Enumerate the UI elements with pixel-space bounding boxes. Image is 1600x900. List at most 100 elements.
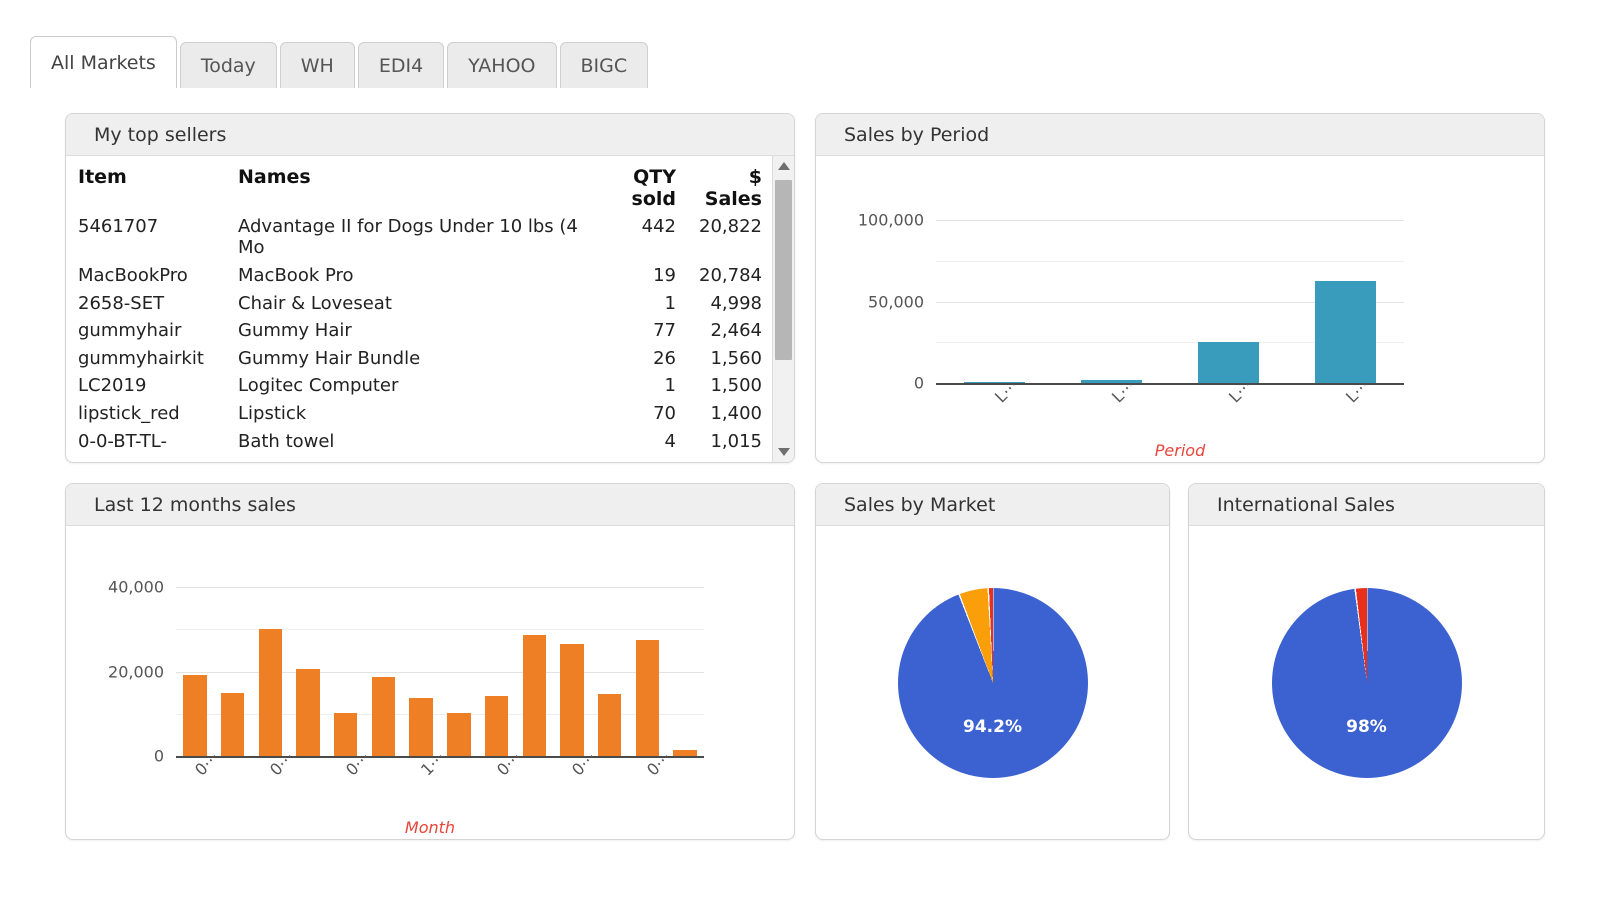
gridline-minor	[936, 261, 1404, 263]
chart-sales-by-market[interactable]: 94.2%	[816, 526, 1169, 839]
cell-sales: 1,500	[710, 375, 762, 397]
gridline-minor	[176, 713, 704, 715]
table-row[interactable]: 0-0-BT-TL- Bath towel 4 1,015	[74, 428, 766, 456]
cell-qty: 70	[653, 402, 676, 424]
scrollbar-thumb[interactable]	[775, 180, 792, 360]
panel-title-text: My top sellers	[94, 123, 227, 146]
international-sales-body: 98%	[1189, 526, 1544, 839]
cell-sales: 1,560	[710, 347, 762, 369]
panel-my-top-sellers: My top sellers Item Names QTY sold $ Sal…	[65, 113, 795, 463]
panel-sales-by-period: Sales by Period 0 50,000 100,000 L⋯ L⋯ L⋯ L⋯ Pe…	[815, 113, 1545, 463]
bar[interactable]	[635, 639, 660, 756]
column-header-qty-sold[interactable]: QTY sold	[608, 156, 680, 213]
panel-title-text: Sales by Period	[844, 123, 990, 146]
table-row[interactable]: 5461707 Advantage II for Dogs Under 10 lb…	[74, 213, 766, 262]
cell-qty: 77	[653, 320, 676, 342]
pie-graphic: 98%	[1271, 588, 1462, 778]
table-row[interactable]: 2658-SET Chair & Loveseat 1 4,998	[74, 290, 766, 318]
tab-all-markets[interactable]: All Markets	[30, 36, 177, 88]
cell-qty: 1	[664, 292, 676, 314]
cell-item: 5461707	[78, 215, 159, 237]
bar[interactable]	[409, 698, 433, 756]
bar[interactable]	[522, 635, 546, 756]
cell-name: Chair & Loveseat	[238, 292, 392, 314]
bar[interactable]	[1198, 342, 1259, 383]
cell-qty: 19	[653, 265, 676, 286]
cell-name: Logitec Computer	[238, 375, 399, 397]
cell-name: Advantage II for Dogs Under 10 lbs (4 Mo	[238, 215, 578, 259]
bar[interactable]	[258, 628, 282, 756]
bar[interactable]	[220, 692, 245, 756]
cell-sales: 1,400	[710, 402, 762, 424]
panel-sales-by-market: Sales by Market 94.2%	[815, 483, 1170, 840]
table-row[interactable]: MacBookPro MacBook Pro 19 20,784	[74, 262, 766, 290]
table-header-row: Item Names QTY sold $ Sales	[74, 156, 766, 213]
panel-last-12-months-sales: Last 12 months sales 0 20,000 40,000 0⋯ 0⋯ 0⋯…	[65, 483, 795, 840]
cell-name: Gummy Hair Bundle	[238, 347, 421, 369]
chart-sales-by-period[interactable]: 0 50,000 100,000 L⋯ L⋯ L⋯ L⋯ Period	[816, 156, 1544, 462]
cell-name: Gummy Hair	[238, 320, 352, 342]
y-axis-tick-label: 0	[913, 373, 924, 393]
bar[interactable]	[183, 675, 207, 756]
panel-title-sales-by-period: Sales by Period	[816, 114, 1544, 156]
cell-item: lipstick_red	[78, 402, 180, 424]
bar[interactable]	[560, 643, 584, 756]
tab-label: EDI4	[378, 54, 424, 77]
bar[interactable]	[673, 750, 697, 756]
panel-title-text: International Sales	[1217, 493, 1395, 516]
triangle-down-icon[interactable]	[773, 442, 794, 462]
panel-title-international-sales: International Sales	[1189, 484, 1544, 526]
tab-label: Today	[200, 54, 256, 77]
cell-item: LC2019	[78, 375, 147, 397]
table-row[interactable]: gummyhairkit Gummy Hair Bundle 26 1,560	[74, 345, 766, 373]
qty-header-line2: sold	[631, 188, 676, 211]
cell-item: 2658-SET	[78, 292, 165, 314]
cell-qty: 26	[653, 347, 676, 369]
bar[interactable]	[447, 713, 471, 756]
bar[interactable]	[484, 696, 509, 756]
y-axis-tick-label: 100,000	[857, 210, 924, 230]
top-sellers-scrollbar[interactable]	[772, 156, 794, 462]
sales-header-line1: $	[748, 166, 762, 188]
sales-header-line2: Sales	[704, 188, 762, 211]
panel-title-text: Last 12 months sales	[94, 493, 296, 516]
pie-slice-separators	[897, 588, 1088, 778]
column-header-item[interactable]: Item	[74, 156, 234, 213]
bar[interactable]	[1315, 280, 1376, 383]
gridline	[936, 220, 1404, 222]
table-row[interactable]: gummyhair Gummy Hair 77 2,464	[74, 317, 766, 345]
tab-label: WH	[300, 54, 334, 77]
table-row[interactable]: LC2019 Logitec Computer 1 1,500	[74, 372, 766, 400]
last-12-months-body: 0 20,000 40,000 0⋯ 0⋯ 0⋯ 1⋯ 0⋯ 0⋯ 0⋯ Month	[66, 526, 794, 839]
gridline	[176, 587, 704, 589]
tab-wh[interactable]: WH	[279, 42, 355, 88]
cell-item: gummyhairkit	[78, 347, 204, 369]
cell-qty: 442	[641, 215, 676, 237]
tab-bigc[interactable]: BIGC	[559, 42, 649, 88]
column-header-names[interactable]: Names	[234, 156, 608, 213]
panel-title-sales-by-market: Sales by Market	[816, 484, 1169, 526]
bar[interactable]	[371, 677, 396, 756]
tab-yahoo[interactable]: YAHOO	[447, 42, 557, 88]
chart-international-sales[interactable]: 98%	[1189, 526, 1544, 839]
cell-item: MacBookPro	[78, 265, 188, 286]
top-sellers-table: Item Names QTY sold $ Sales 5461707 Adva…	[74, 156, 766, 455]
panel-title-my-top-sellers: My top sellers	[66, 114, 794, 156]
top-sellers-scrollport[interactable]: Item Names QTY sold $ Sales 5461707 Adva…	[66, 156, 772, 462]
column-header-sales[interactable]: $ Sales	[680, 156, 766, 213]
bar[interactable]	[296, 669, 320, 756]
tab-today[interactable]: Today	[179, 42, 277, 88]
triangle-up-icon[interactable]	[773, 156, 794, 176]
top-sellers-body: Item Names QTY sold $ Sales 5461707 Adva…	[66, 156, 794, 462]
cell-qty: 1	[664, 375, 676, 397]
bar[interactable]	[598, 693, 622, 756]
pie-slice-label: 98%	[1346, 717, 1387, 738]
market-tabs[interactable]: All Markets Today WH EDI4 YAHOO BIGC	[30, 36, 651, 88]
tab-edi4[interactable]: EDI4	[357, 42, 445, 88]
panel-title-last-12-months: Last 12 months sales	[66, 484, 794, 526]
chart-last-12-months-sales[interactable]: 0 20,000 40,000 0⋯ 0⋯ 0⋯ 1⋯ 0⋯ 0⋯ 0⋯ Month	[66, 526, 794, 839]
y-axis-tick-label: 0	[153, 746, 164, 766]
table-row[interactable]: lipstick_red Lipstick 70 1,400	[74, 400, 766, 428]
cell-name: Bath towel	[238, 430, 335, 452]
bar[interactable]	[334, 712, 358, 756]
